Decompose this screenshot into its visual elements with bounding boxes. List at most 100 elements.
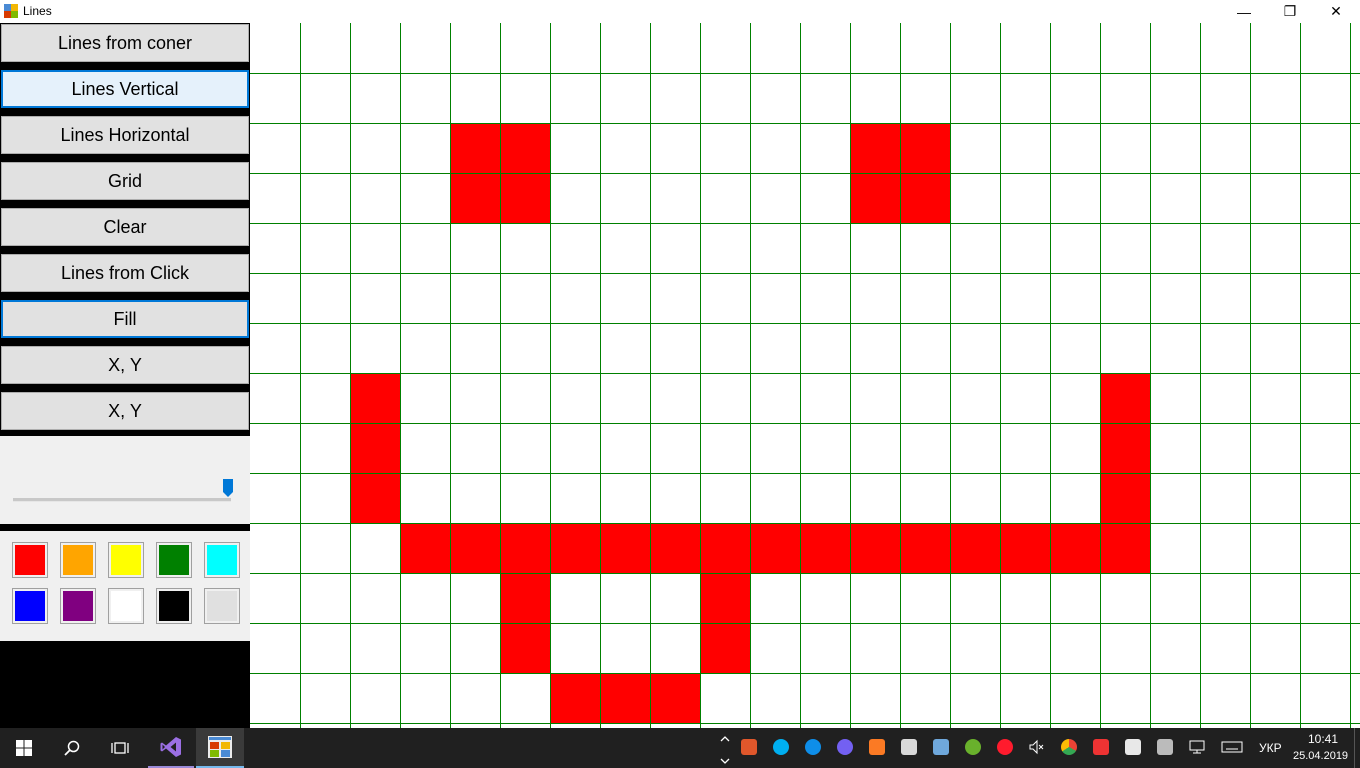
filled-cell[interactable] <box>500 123 550 173</box>
search-icon <box>64 740 80 756</box>
filled-cell[interactable] <box>750 523 800 573</box>
usb-icon[interactable] <box>1157 739 1173 755</box>
filled-cell[interactable] <box>1100 373 1150 423</box>
filled-cell[interactable] <box>500 523 550 573</box>
filled-cell[interactable] <box>350 473 400 523</box>
filled-cell[interactable] <box>350 373 400 423</box>
lines-app-taskbar-button[interactable] <box>196 728 244 768</box>
window-title: Lines <box>23 4 52 18</box>
filled-cell[interactable] <box>700 573 750 623</box>
restore-button[interactable]: ❐ <box>1267 0 1313 23</box>
viber-icon[interactable] <box>837 739 853 755</box>
show-hidden-icons-button[interactable] <box>716 728 734 768</box>
show-desktop-button[interactable] <box>1354 728 1360 768</box>
filled-cell[interactable] <box>1000 523 1050 573</box>
filled-cell[interactable] <box>550 523 600 573</box>
volume-muted-icon[interactable] <box>1028 739 1044 755</box>
filled-cell[interactable] <box>900 123 950 173</box>
xampp-icon[interactable] <box>869 739 885 755</box>
teamviewer-icon[interactable] <box>805 739 821 755</box>
filled-cell[interactable] <box>650 523 700 573</box>
cloud-icon[interactable] <box>1093 739 1109 755</box>
filled-cell[interactable] <box>450 123 500 173</box>
skype-icon[interactable] <box>773 739 789 755</box>
color-swatch-red[interactable] <box>12 542 48 578</box>
filled-cell[interactable] <box>550 673 600 723</box>
slider-thumb[interactable] <box>223 479 233 497</box>
color-swatch-blue[interactable] <box>12 588 48 624</box>
filled-cell[interactable] <box>600 673 650 723</box>
color-swatch-cyan[interactable] <box>204 542 240 578</box>
color-swatch-purple[interactable] <box>60 588 96 624</box>
clear-button[interactable]: Clear <box>1 208 249 246</box>
filled-cell[interactable] <box>700 523 750 573</box>
filled-cell[interactable] <box>850 523 900 573</box>
app-icon <box>4 4 18 18</box>
filled-cell[interactable] <box>650 673 700 723</box>
filled-cell[interactable] <box>1100 473 1150 523</box>
opera-icon[interactable] <box>997 739 1013 755</box>
color-swatch-black[interactable] <box>156 588 192 624</box>
network-drive-icon[interactable] <box>933 739 949 755</box>
dropbox-icon[interactable] <box>901 739 917 755</box>
utorrent-icon[interactable] <box>965 739 981 755</box>
filled-cell[interactable] <box>1100 523 1150 573</box>
filled-cell[interactable] <box>950 523 1000 573</box>
filled-cell[interactable] <box>800 523 850 573</box>
task-view-button[interactable] <box>96 728 144 768</box>
swatch-color <box>207 591 237 621</box>
filled-cell[interactable] <box>700 623 750 673</box>
chevron-up-icon <box>720 736 730 764</box>
filled-cell[interactable] <box>600 523 650 573</box>
filled-cell[interactable] <box>500 173 550 223</box>
minimize-button[interactable]: — <box>1221 0 1267 23</box>
filled-cell[interactable] <box>450 523 500 573</box>
lines-app-icon <box>208 736 232 758</box>
drawing-canvas[interactable] <box>250 23 1360 728</box>
grid-canvas[interactable] <box>250 23 1360 728</box>
clock-time[interactable]: 10:41 <box>1308 732 1338 746</box>
task-view-icon <box>111 742 129 754</box>
keyboard-icon[interactable] <box>1221 739 1243 755</box>
filled-cell[interactable] <box>850 173 900 223</box>
language-indicator[interactable]: УКР <box>1259 741 1282 755</box>
visual-studio-taskbar-button[interactable] <box>148 728 194 768</box>
filled-cell[interactable] <box>1100 423 1150 473</box>
shield-icon[interactable] <box>1125 739 1141 755</box>
lines-from-corner-button[interactable]: Lines from coner <box>1 24 249 62</box>
lines-from-click-button[interactable]: Lines from Click <box>1 254 249 292</box>
lines-horizontal-button[interactable]: Lines Horizontal <box>1 116 249 154</box>
filled-cell[interactable] <box>1050 523 1100 573</box>
filled-cell[interactable] <box>900 523 950 573</box>
filled-cell[interactable] <box>900 173 950 223</box>
color-swatch-light-gray[interactable] <box>204 588 240 624</box>
lines-vertical-button[interactable]: Lines Vertical <box>1 70 249 108</box>
clock-date[interactable]: 25.04.2019 <box>1293 750 1348 762</box>
minimize-icon: — <box>1237 3 1251 20</box>
fill-button[interactable]: Fill <box>1 300 249 338</box>
swatch-color <box>63 545 93 575</box>
color-palette <box>0 531 250 641</box>
filled-cell[interactable] <box>450 173 500 223</box>
filled-cell[interactable] <box>350 423 400 473</box>
chrome-icon[interactable] <box>1061 739 1077 755</box>
filled-cell[interactable] <box>500 623 550 673</box>
restore-icon: ❐ <box>1283 3 1297 19</box>
filled-cell[interactable] <box>500 573 550 623</box>
search-button[interactable] <box>48 728 96 768</box>
color-swatch-yellow[interactable] <box>108 542 144 578</box>
color-swatch-green[interactable] <box>156 542 192 578</box>
filled-cell[interactable] <box>850 123 900 173</box>
xy-button-1[interactable]: X, Y <box>1 346 249 384</box>
app-icon[interactable] <box>741 739 757 755</box>
slider-track[interactable] <box>13 498 231 502</box>
color-swatch-orange[interactable] <box>60 542 96 578</box>
network-icon[interactable] <box>1189 739 1205 755</box>
taskbar: УКР 10:41 25.04.2019 <box>0 728 1360 768</box>
color-swatch-white[interactable] <box>108 588 144 624</box>
xy-button-2[interactable]: X, Y <box>1 392 249 430</box>
start-button[interactable] <box>0 728 48 768</box>
close-button[interactable]: ✕ <box>1313 0 1359 23</box>
filled-cell[interactable] <box>400 523 450 573</box>
grid-button[interactable]: Grid <box>1 162 249 200</box>
